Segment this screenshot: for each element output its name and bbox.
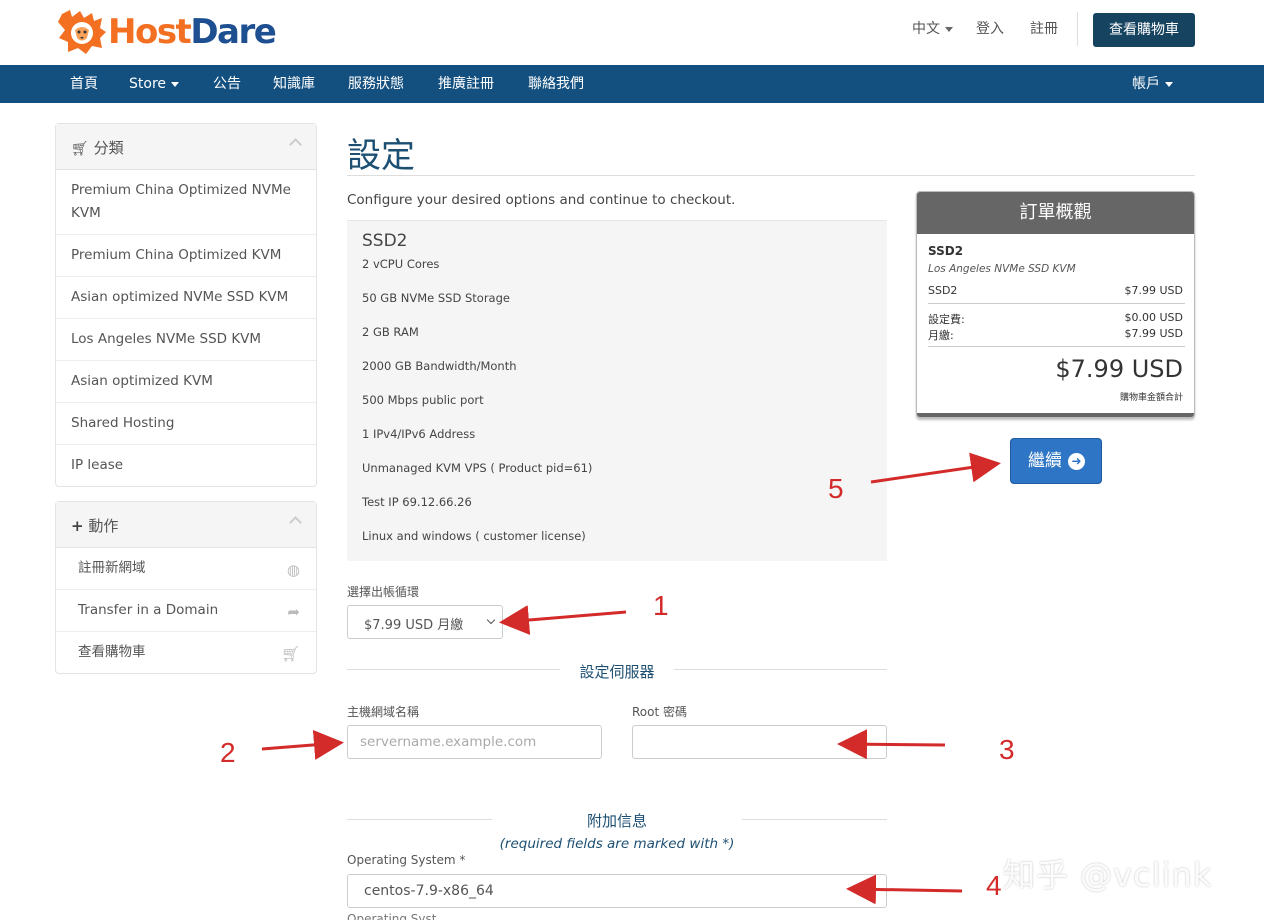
- annotation-arrow-3: [837, 729, 946, 760]
- annotation-number-4: 4: [986, 870, 1002, 901]
- annotation-arrow-1: [499, 605, 627, 635]
- annotation-number-5: 5: [828, 473, 844, 504]
- annotation-arrow-4: [846, 874, 963, 905]
- annotation-arrows: [261, 452, 1001, 905]
- zhihu-watermark: 知乎 @vclink: [1003, 856, 1213, 894]
- annotation-number-3: 3: [999, 734, 1015, 765]
- annotation-number-1: 1: [653, 590, 669, 621]
- annotation-arrow-2: [261, 729, 344, 760]
- annotation-number-2: 2: [220, 737, 236, 768]
- annotation-arrow-5: [870, 452, 1001, 484]
